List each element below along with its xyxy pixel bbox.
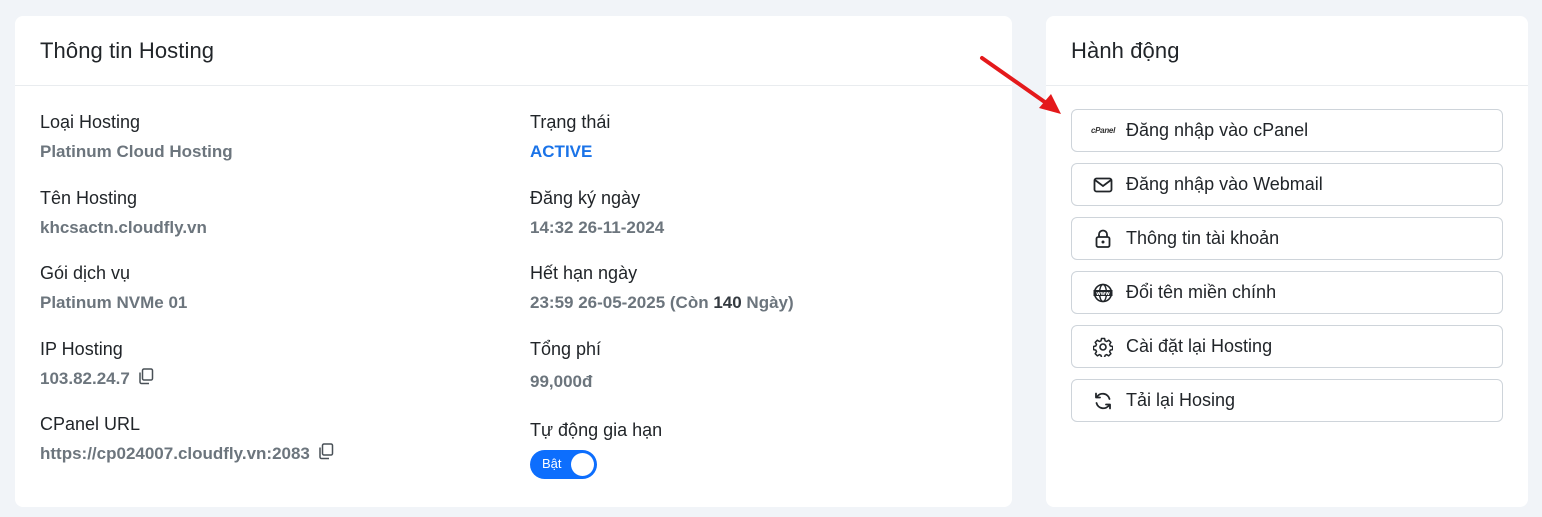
- hosting-info-title: Thông tin Hosting: [15, 16, 1012, 86]
- cpanel-url-value: https://cp024007.cloudfly.vn:2083: [40, 444, 310, 463]
- expiry-date-text: 23:59 26-05-2025 (Còn: [530, 293, 714, 312]
- login-cpanel-label: Đăng nhập vào cPanel: [1126, 120, 1309, 140]
- ip-hosting-value: 103.82.24.7: [40, 369, 130, 388]
- copy-url-icon[interactable]: [318, 443, 334, 460]
- service-plan-label: Gói dịch vụ: [40, 263, 131, 283]
- auto-renew-label: Tự động gia hạn: [530, 420, 663, 440]
- registered-date-value: 14:32 26-11-2024: [530, 218, 665, 237]
- hosting-name-value: khcsactn.cloudfly.vn: [40, 218, 207, 237]
- total-fee-label: Tổng phí: [530, 339, 602, 359]
- actions-title: Hành động: [1046, 16, 1528, 86]
- expiry-days-remaining: 140: [713, 293, 742, 312]
- login-webmail-label: Đăng nhập vào Webmail: [1126, 174, 1323, 194]
- hosting-type-value: Platinum Cloud Hosting: [40, 142, 233, 161]
- reload-hosting-label: Tải lại Hosing: [1126, 390, 1236, 410]
- auto-renew-toggle-label: Bật: [542, 456, 562, 471]
- login-webmail-button[interactable]: Đăng nhập vào Webmail: [1071, 163, 1503, 206]
- expiry-date-field: Hết hạn ngày 23:59 26-05-2025 (Còn 140 N…: [530, 263, 794, 313]
- change-domain-label: Đổi tên miền chính: [1126, 282, 1277, 302]
- registered-date-label: Đăng ký ngày: [530, 188, 641, 208]
- reinstall-hosting-label: Cài đặt lại Hosting: [1126, 336, 1273, 356]
- hosting-type-label: Loại Hosting: [40, 112, 141, 132]
- lock-icon: [1092, 228, 1114, 250]
- total-fee-field: Tổng phí 99,000đ: [530, 339, 601, 392]
- auto-renew-field: Tự động gia hạn Bật: [530, 420, 662, 484]
- reload-hosting-button[interactable]: Tải lại Hosing: [1071, 379, 1503, 422]
- cpanel-logo-icon: cPanel: [1091, 126, 1115, 135]
- reinstall-hosting-button[interactable]: Cài đặt lại Hosting: [1071, 325, 1503, 368]
- toggle-knob: [571, 453, 594, 476]
- status-field: Trạng thái ACTIVE: [530, 112, 610, 162]
- cpanel-url-row: https://cp024007.cloudfly.vn:2083: [40, 443, 334, 464]
- status-badge: ACTIVE: [530, 142, 593, 161]
- total-fee-value: 99,000đ: [530, 372, 593, 391]
- account-info-label: Thông tin tài khoản: [1126, 228, 1280, 248]
- www-globe-icon: www: [1092, 282, 1114, 304]
- status-label: Trạng thái: [530, 112, 611, 132]
- change-domain-button[interactable]: www Đổi tên miền chính: [1071, 271, 1503, 314]
- ip-hosting-row: 103.82.24.7: [40, 368, 154, 389]
- cpanel-url-label: CPanel URL: [40, 414, 141, 434]
- svg-text:www: www: [1096, 290, 1110, 296]
- refresh-icon: [1092, 390, 1114, 412]
- auto-renew-toggle[interactable]: Bật: [530, 450, 597, 479]
- hosting-info-card: Thông tin Hosting Loại Hosting Platinum …: [15, 16, 1012, 507]
- hosting-type-field: Loại Hosting Platinum Cloud Hosting: [40, 112, 233, 162]
- login-cpanel-button[interactable]: cPanel Đăng nhập vào cPanel: [1071, 109, 1503, 152]
- expiry-date-label: Hết hạn ngày: [530, 263, 638, 283]
- expiry-date-value: 23:59 26-05-2025 (Còn 140 Ngày): [530, 293, 794, 313]
- service-plan-value: Platinum NVMe 01: [40, 293, 188, 312]
- envelope-icon: [1092, 174, 1114, 196]
- actions-card: Hành động cPanel Đăng nhập vào cPanel Đă…: [1046, 16, 1528, 507]
- hosting-name-label: Tên Hosting: [40, 188, 138, 208]
- registered-date-field: Đăng ký ngày 14:32 26-11-2024: [530, 188, 664, 238]
- account-info-button[interactable]: Thông tin tài khoản: [1071, 217, 1503, 260]
- expiry-days-unit: Ngày): [741, 293, 794, 312]
- annotation-arrow-icon: [980, 56, 1061, 114]
- copy-ip-icon[interactable]: [138, 368, 154, 385]
- ip-hosting-label: IP Hosting: [40, 339, 123, 359]
- service-plan-field: Gói dịch vụ Platinum NVMe 01: [40, 263, 187, 313]
- ip-hosting-field: IP Hosting 103.82.24.7: [40, 339, 154, 389]
- gear-icon: [1092, 336, 1114, 358]
- cpanel-url-field: CPanel URL https://cp024007.cloudfly.vn:…: [40, 414, 334, 464]
- hosting-name-field: Tên Hosting khcsactn.cloudfly.vn: [40, 188, 207, 238]
